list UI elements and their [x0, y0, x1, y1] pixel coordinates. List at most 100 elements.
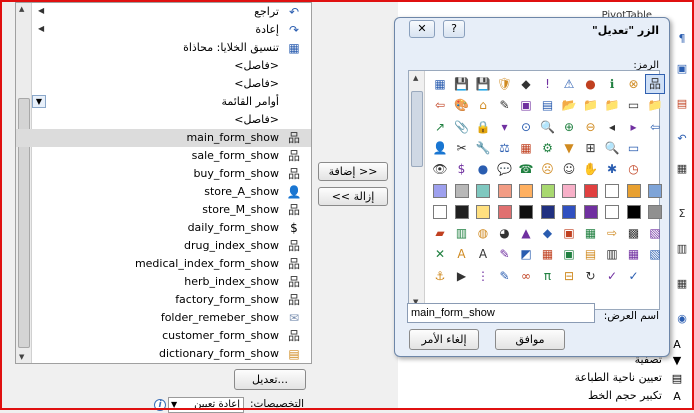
palette-icon[interactable]: 🎨 [453, 96, 471, 114]
swatch-orange-icon[interactable] [519, 183, 533, 198]
toolbar-list-item[interactable]: تكبير حجم الخط [588, 389, 662, 402]
text-a-icon[interactable]: A [453, 245, 471, 263]
swatch-black-icon[interactable] [454, 204, 469, 219]
exclamation-icon[interactable]: ! [539, 75, 557, 93]
list-icon[interactable]: ▤ [539, 96, 557, 114]
swatch-purple-icon[interactable] [583, 204, 598, 219]
hierarchy-icon[interactable]: 品 [645, 74, 665, 94]
symbol-grid-scrollbar[interactable]: ▲ ▼ [409, 71, 425, 309]
folder-icon[interactable]: 📁 [603, 96, 621, 114]
command-list-item[interactable]: <فاصل> [16, 111, 311, 129]
command-list-item[interactable]: إعادة ↷ ◀ [16, 21, 311, 39]
swatch-mosaic-icon[interactable] [626, 183, 641, 198]
close-button[interactable]: ✕ [409, 20, 435, 38]
drop-icon[interactable]: ◆ [539, 224, 557, 242]
swatch-lavender-icon[interactable] [433, 183, 447, 198]
check-icon[interactable]: ✓ [625, 267, 643, 285]
asterisk-icon[interactable]: ✱ [603, 160, 621, 178]
search-icon[interactable]: 🔍 [539, 118, 557, 136]
display-name-input[interactable] [407, 303, 595, 323]
landscape-icon[interactable]: ▤ [582, 245, 600, 263]
command-list-item[interactable]: customer_form_show 品 [16, 327, 311, 345]
help-button[interactable]: ? [443, 20, 465, 38]
tile-icon[interactable]: ▥ [603, 245, 621, 263]
scroll-up-icon[interactable]: ▲ [413, 74, 418, 82]
command-list-item[interactable]: <فاصل> [16, 57, 311, 75]
list-dots-icon[interactable]: ⋮ [474, 267, 492, 285]
balance-icon[interactable]: ⚖ [496, 139, 514, 157]
warning-triangle-icon[interactable]: ⚠ [560, 75, 578, 93]
dollar-icon[interactable]: $ [453, 160, 471, 178]
error-icon[interactable]: ⊗ [625, 75, 643, 93]
plus-circle-icon[interactable]: ⊕ [560, 118, 578, 136]
swatch-green-icon[interactable] [540, 183, 555, 198]
home-icon[interactable]: ⌂ [474, 96, 492, 114]
x-icon[interactable]: ✕ [431, 245, 449, 263]
swatch-blue-icon[interactable] [648, 183, 662, 198]
anchor-icon[interactable]: ⚓ [431, 267, 449, 285]
pie-icon[interactable]: ◕ [496, 224, 514, 242]
grid-plus-icon[interactable]: ⊞ [582, 139, 600, 157]
swatch-teal-icon[interactable] [476, 183, 490, 198]
chart-icon[interactable]: ▲ [517, 224, 535, 242]
dropdown-icon[interactable]: ▾ [496, 118, 514, 136]
arrow-right-icon[interactable]: ⇨ [603, 224, 621, 242]
command-list-item[interactable]: تراجع ↶ ◀ [16, 3, 311, 21]
command-list-item[interactable]: daily_form_show $ [16, 219, 311, 237]
wrench-icon[interactable]: 🔧 [474, 139, 492, 157]
checkmark-icon[interactable]: ✓ [603, 267, 621, 285]
submenu-arrow-icon[interactable]: ◀ [38, 24, 44, 33]
command-list-item[interactable]: medical_index_form_show 品 [16, 255, 311, 273]
pen-icon[interactable]: ✎ [496, 267, 514, 285]
pi-icon[interactable]: π [539, 267, 557, 285]
modify-button[interactable]: تعديل... [234, 369, 306, 390]
swatch-pink-icon[interactable] [562, 183, 576, 198]
command-list-item[interactable]: أوامر القائمة ▼ [16, 93, 311, 111]
save-icon[interactable]: 💾 [474, 75, 492, 93]
magnifier-icon[interactable]: 🔍 [603, 139, 621, 157]
command-list-item[interactable]: main_form_show 品 [16, 129, 311, 147]
reset-combo[interactable]: ▼ إعادة تعيين [168, 397, 244, 413]
edit-icon[interactable]: ✎ [496, 96, 514, 114]
blue-circle-icon[interactable]: ● [582, 75, 600, 93]
donut-icon[interactable]: ◍ [474, 224, 492, 242]
back-icon[interactable]: ⇦ [646, 118, 664, 136]
command-list-item[interactable]: dictionary_form_show ▤ [16, 345, 311, 363]
clip-icon[interactable]: 📎 [453, 118, 471, 136]
swatch-black2-icon[interactable] [519, 204, 533, 219]
toolbar-list-item[interactable]: تعيين ناحية الطباعة [575, 371, 662, 384]
gradient-icon[interactable]: ◩ [517, 245, 535, 263]
swatch-empty-icon[interactable] [433, 204, 447, 219]
open-folder-icon[interactable]: 📂 [560, 96, 578, 114]
image-icon[interactable]: ▣ [560, 245, 578, 263]
checker-icon[interactable]: ▩ [625, 224, 643, 242]
grid-icon[interactable]: ▦ [431, 75, 449, 93]
scrollbar-thumb[interactable] [411, 91, 423, 167]
command-list-item[interactable]: store_A_show 👤 [16, 183, 311, 201]
cylinder-icon[interactable]: ▥ [453, 224, 471, 242]
folder-icon[interactable]: 📁 [582, 96, 600, 114]
folder-icon[interactable]: 📁 [646, 96, 664, 114]
sad-face-icon[interactable]: ☹ [539, 160, 557, 178]
circle-icon[interactable]: ⊙ [517, 118, 535, 136]
layers-icon[interactable]: ▰ [431, 224, 449, 242]
pattern-icon[interactable]: ▧ [646, 224, 664, 242]
smile-icon[interactable]: ☺ [560, 160, 578, 178]
command-list-item[interactable]: sale_form_show 品 [16, 147, 311, 165]
left-icon[interactable]: ◂ [603, 118, 621, 136]
swatch-yellow-icon[interactable] [476, 204, 490, 219]
pencil-icon[interactable]: ↗ [431, 118, 449, 136]
info-icon[interactable]: ℹ [603, 75, 621, 93]
swatch-white2-icon[interactable] [605, 204, 619, 219]
brush-icon[interactable]: ✎ [496, 245, 514, 263]
ok-button[interactable]: موافق [495, 329, 565, 350]
window-icon[interactable]: ▭ [625, 139, 643, 157]
swatch-gray2-icon[interactable] [648, 204, 662, 219]
swatch-darkblue-icon[interactable] [540, 204, 555, 219]
frame2-icon[interactable]: ▧ [646, 245, 664, 263]
swatch-salmon-icon[interactable] [497, 183, 512, 198]
save-icon[interactable]: 💾 [453, 75, 471, 93]
symbol-grid[interactable]: ▲ ▼ ▦ 💾 💾 🛡 ◆! ⚠ ● ℹ ⊗ 品 ⇦ 🎨 ⌂ ✎ ▣ ▤ 📂 📁 📁 ▭ 📁 ↗ 📎 🔒 ▾ ⊙ 🔍 ⊕ ⊖ ◂ ▸ ⇦ 👤 ✂ 🔧… [408, 70, 665, 310]
command-list-item[interactable]: store_M_show 品 [16, 201, 311, 219]
photo-icon[interactable]: ▦ [539, 245, 557, 263]
